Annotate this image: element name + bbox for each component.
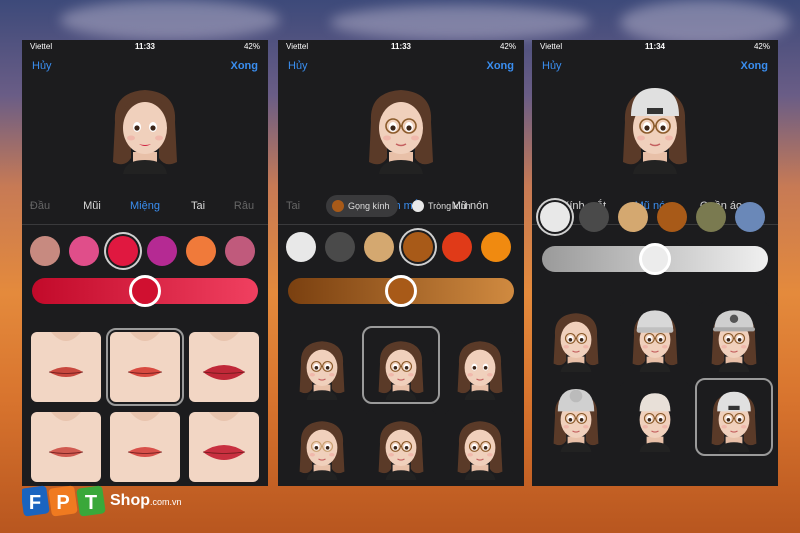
color-swatch[interactable] [618, 202, 648, 232]
option-tile[interactable] [695, 378, 773, 456]
fpt-logo: F P T [22, 485, 106, 517]
done-button[interactable]: Xong [741, 60, 769, 72]
memoji-preview [95, 74, 195, 174]
tab-3[interactable]: Tai [191, 200, 205, 212]
option-tile[interactable] [445, 330, 515, 400]
cloud [330, 5, 590, 40]
color-swatch[interactable] [579, 202, 609, 232]
battery-level: 42% [499, 42, 516, 51]
tab-0[interactable]: Đầu [30, 200, 50, 212]
color-swatch[interactable] [30, 236, 60, 266]
tab-4[interactable]: Râu [234, 200, 254, 212]
color-swatch[interactable] [657, 202, 687, 232]
phone-screen-2: Viettel 11:33 42% Hủy Xong TaiRâuKính mắt… [278, 40, 524, 486]
category-tabs: Đầu Mũi Miệng Tai Râu [22, 200, 268, 224]
cloud [620, 0, 790, 45]
shade-slider[interactable] [542, 243, 768, 275]
category-tabs: TaiRâuKính mắtMũ nón [278, 200, 524, 224]
color-swatch[interactable] [403, 232, 433, 262]
status-time: 11:33 [134, 42, 156, 51]
shade-slider[interactable] [288, 275, 514, 307]
tab-2[interactable]: Miệng [130, 200, 160, 212]
frame-color-pill[interactable]: Gọng kính [326, 195, 398, 217]
shop-name: Shop.com.vn [110, 492, 182, 509]
phone-screen-3: Viettel 11:34 42% HủyXong Kính mắtMũ nón… [532, 40, 778, 486]
lens-dot-icon [412, 200, 424, 212]
option-tile[interactable] [620, 302, 690, 372]
color-swatch[interactable] [696, 202, 726, 232]
option-tile[interactable] [445, 410, 515, 480]
color-swatch[interactable] [286, 232, 316, 262]
option-tile[interactable] [110, 412, 180, 482]
divider [278, 224, 524, 225]
cloud [60, 0, 280, 40]
color-swatch[interactable] [147, 236, 177, 266]
divider [22, 224, 268, 225]
status-time: 11:33 [390, 42, 412, 51]
svg-text:T: T [85, 492, 97, 514]
cancel-button[interactable]: Hủy [542, 60, 562, 72]
memoji-preview [351, 74, 451, 174]
option-tile[interactable] [541, 302, 611, 372]
status-bar: Viettel 11:34 42% [532, 40, 778, 54]
option-tile[interactable] [362, 326, 440, 404]
status-bar: Viettel 11:33 42% [278, 40, 524, 54]
phone-screen-1: Viettel 11:33 42% Hủy Xong Đầu Mũi Miệng Tai… [22, 40, 268, 486]
color-swatch[interactable] [364, 232, 394, 262]
color-swatch[interactable] [735, 202, 765, 232]
cancel-button[interactable]: Hủy [32, 60, 52, 72]
color-swatch[interactable] [108, 236, 138, 266]
svg-text:P: P [56, 492, 69, 514]
tab-0[interactable]: Tai [286, 200, 300, 212]
color-swatch[interactable] [325, 232, 355, 262]
battery-level: 42% [243, 42, 260, 51]
option-tile[interactable] [699, 302, 769, 372]
option-tile[interactable] [189, 412, 259, 482]
option-tile[interactable] [366, 410, 436, 480]
slider-knob[interactable] [385, 275, 417, 307]
option-tile[interactable] [287, 410, 357, 480]
lens-color-pill[interactable]: Tròng kính [406, 195, 479, 217]
option-tile[interactable] [106, 328, 184, 406]
frame-dot-icon [332, 200, 344, 212]
option-tile[interactable] [287, 330, 357, 400]
cancel-button[interactable]: Hủy [288, 60, 308, 72]
option-tile[interactable] [541, 382, 611, 452]
done-button[interactable]: Xong [231, 60, 259, 72]
done-button[interactable]: Xong [487, 60, 515, 72]
battery-level: 42% [753, 42, 770, 51]
color-swatch[interactable] [186, 236, 216, 266]
option-tile[interactable] [189, 332, 259, 402]
shade-slider[interactable] [32, 275, 258, 307]
color-swatch[interactable] [481, 232, 511, 262]
slider-knob[interactable] [639, 243, 671, 275]
color-swatch[interactable] [69, 236, 99, 266]
color-swatch[interactable] [225, 236, 255, 266]
status-time: 11:34 [644, 42, 666, 51]
tab-1[interactable]: Mũi [83, 200, 101, 212]
slider-knob[interactable] [129, 275, 161, 307]
option-tile[interactable] [620, 382, 690, 452]
memoji-preview [605, 74, 705, 174]
option-tile[interactable] [31, 412, 101, 482]
svg-text:F: F [29, 492, 41, 514]
color-swatch[interactable] [442, 232, 472, 262]
color-swatch[interactable] [540, 202, 570, 232]
option-tile[interactable] [31, 332, 101, 402]
status-bar: Viettel 11:33 42% [22, 40, 268, 54]
